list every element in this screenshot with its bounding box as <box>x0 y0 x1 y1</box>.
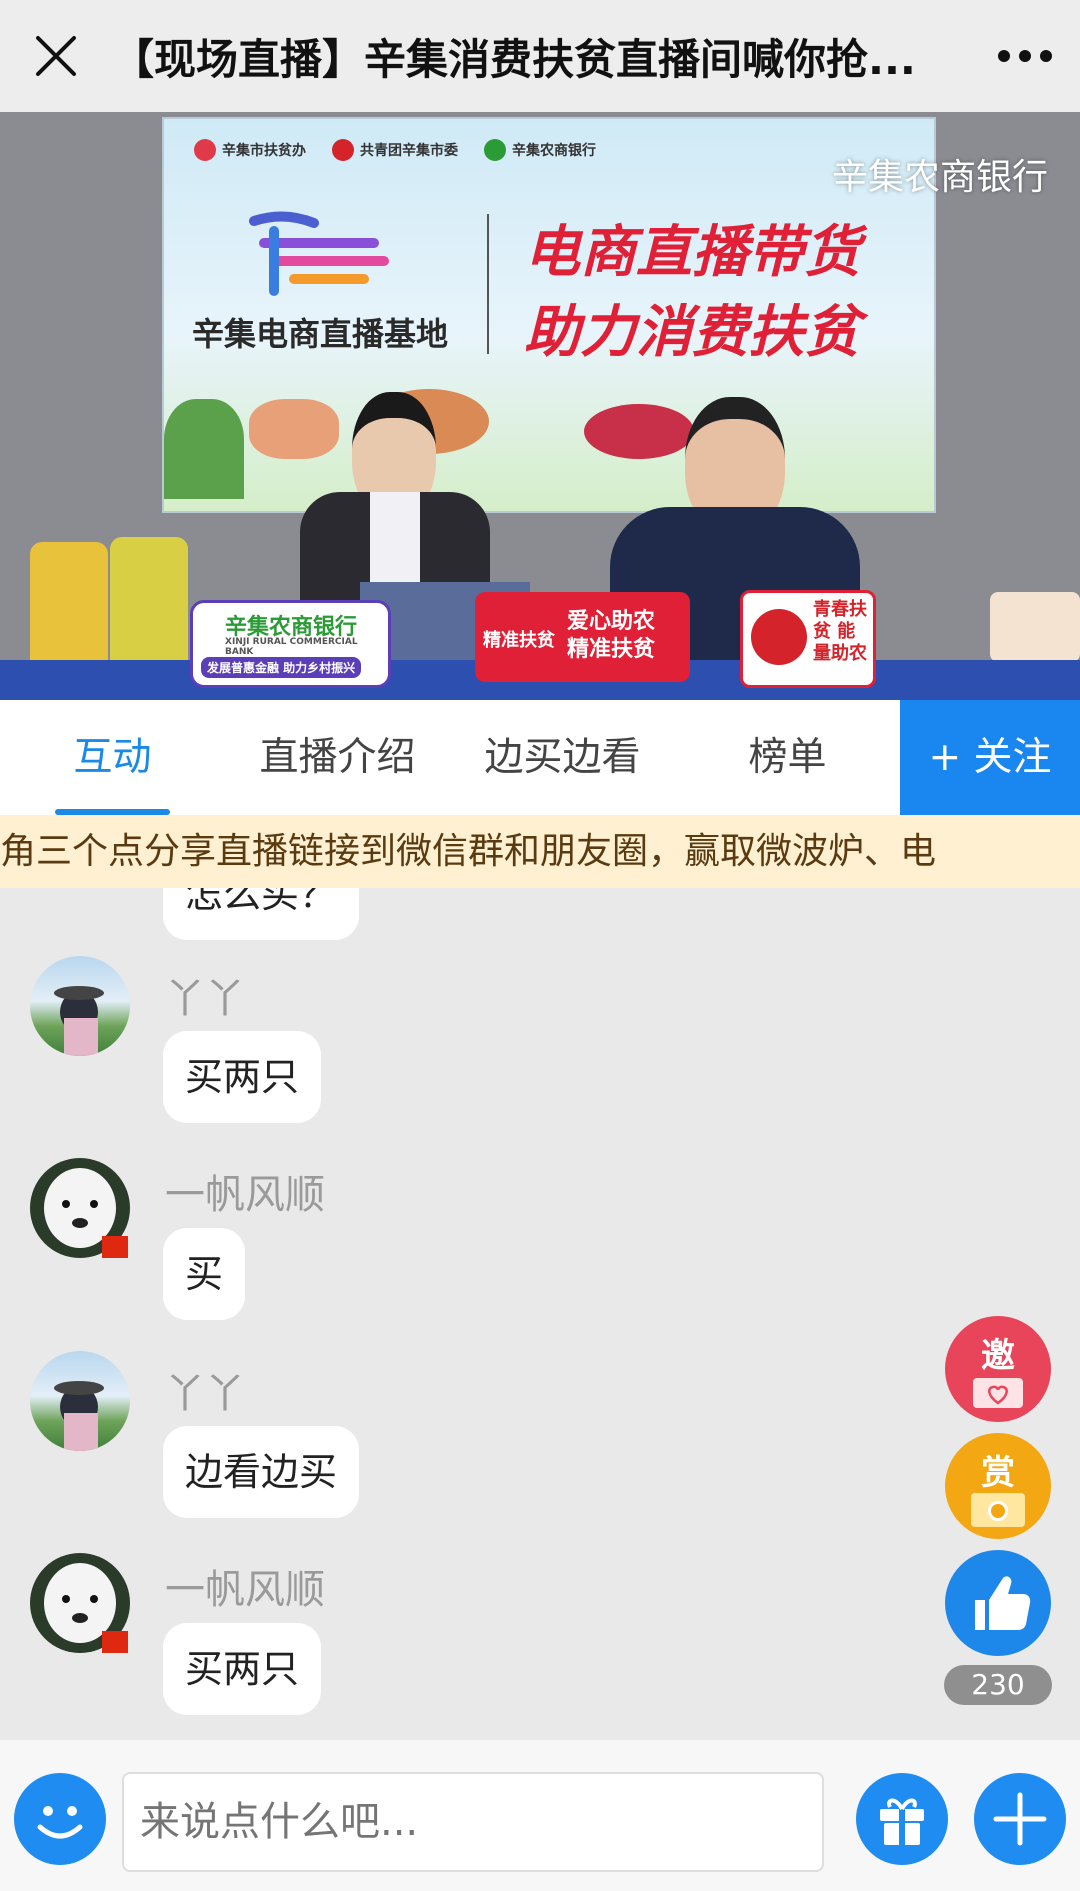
close-icon[interactable] <box>0 0 112 112</box>
china-flag-icon <box>102 1236 128 1258</box>
more-icon[interactable] <box>970 0 1080 112</box>
chat-bubble: 边看边买 <box>163 1426 360 1518</box>
chat-list[interactable]: 怎么买？ 丫丫 买两只 一帆风顺 买 丫丫 边看边买 一帆风顺 买两只 <box>0 888 1080 1740</box>
plus-icon <box>993 1792 1047 1846</box>
backdrop-divider <box>487 214 489 354</box>
reward-label: 赏 <box>981 1453 1015 1493</box>
reward-button[interactable]: 赏 <box>945 1433 1051 1539</box>
chat-bubble: 买两只 <box>163 1031 322 1123</box>
smiley-icon <box>37 1806 83 1839</box>
sponsor-item: 辛集市扶贫办 <box>194 139 306 161</box>
envelope-heart-icon <box>973 1378 1023 1408</box>
bottom-input-bar <box>0 1740 1080 1891</box>
announcement-text: 角三个点分享直播链接到微信群和朋友圈，赢取微波炉、电 <box>0 831 937 872</box>
landscape-avatar[interactable] <box>30 956 130 1056</box>
chat-username: 一帆风顺 <box>165 1567 325 1613</box>
comment-input[interactable] <box>122 1772 824 1872</box>
invite-label: 邀 <box>981 1336 1015 1376</box>
landscape-avatar[interactable] <box>30 1351 130 1451</box>
tab-interaction[interactable]: 互动 <box>0 700 225 815</box>
bank-desk-badge: 辛集农商银行 XINJI RURAL COMMERCIAL BANK 发展普惠金… <box>190 600 391 688</box>
base-logo-icon <box>244 211 394 301</box>
oil-bottle-image <box>30 542 108 677</box>
poverty-relief-sign: 精准扶贫 爱心助农 精准扶贫 <box>475 592 690 682</box>
announcement-marquee: 角三个点分享直播链接到微信群和朋友圈，赢取微波炉、电 <box>0 815 1080 888</box>
channel-watermark: 辛集农商银行 <box>831 157 1048 198</box>
tab-bar: 互动 直播介绍 边买边看 榜单 + 关注 <box>0 700 1080 815</box>
coin-envelope-icon <box>971 1493 1025 1527</box>
more-actions-button[interactable] <box>974 1773 1066 1865</box>
page-title: 【现场直播】辛集消费扶贫直播间喊你抢... <box>112 34 916 84</box>
like-button[interactable] <box>945 1550 1051 1656</box>
title-bar: 【现场直播】辛集消费扶贫直播间喊你抢... <box>0 0 1080 112</box>
chat-bubble: 买两只 <box>163 1623 322 1715</box>
tab-ranking[interactable]: 榜单 <box>675 700 900 815</box>
slogan-line-2: 助力消费扶贫 <box>524 300 860 365</box>
live-video-player[interactable]: 辛集市扶贫办 共青团辛集市委 辛集农商银行 辛集电商直播基地 电商直播带货 助力… <box>0 112 1080 700</box>
chat-bubble: 怎么买？ <box>163 888 360 940</box>
invite-button[interactable]: 邀 <box>945 1316 1051 1422</box>
youth-league-logo-icon <box>332 139 354 161</box>
youth-league-emblem-icon <box>751 609 807 665</box>
emoji-button[interactable] <box>14 1773 106 1865</box>
thumbs-up-icon <box>975 1576 1031 1630</box>
gift-icon <box>880 1798 924 1845</box>
chat-username: 丫丫 <box>165 1371 245 1417</box>
eggs-basket-image <box>990 592 1080 662</box>
bank-logo-icon <box>484 139 506 161</box>
heart-logo-icon <box>194 139 216 161</box>
gift-button[interactable] <box>856 1773 948 1865</box>
youth-league-sign: 青春扶贫 能量助农 <box>740 590 876 688</box>
trees-image <box>164 399 244 499</box>
sponsor-logos: 辛集市扶贫办 共青团辛集市委 辛集农商银行 <box>194 139 596 161</box>
sponsor-item: 辛集农商银行 <box>484 139 596 161</box>
like-count: 230 <box>944 1665 1052 1705</box>
slogan-line-1: 电商直播带货 <box>524 220 860 285</box>
follow-button[interactable]: + 关注 <box>900 700 1080 815</box>
tab-live-intro[interactable]: 直播介绍 <box>225 700 450 815</box>
sponsor-item: 共青团辛集市委 <box>332 139 458 161</box>
chat-bubble: 买 <box>163 1228 246 1320</box>
tab-buy-while-watching[interactable]: 边买边看 <box>450 700 675 815</box>
base-name: 辛集电商直播基地 <box>192 315 449 353</box>
oil-bottle-image <box>110 537 188 677</box>
chat-username: 丫丫 <box>165 976 245 1022</box>
chat-username: 一帆风顺 <box>165 1172 325 1218</box>
china-flag-icon <box>102 1631 128 1653</box>
